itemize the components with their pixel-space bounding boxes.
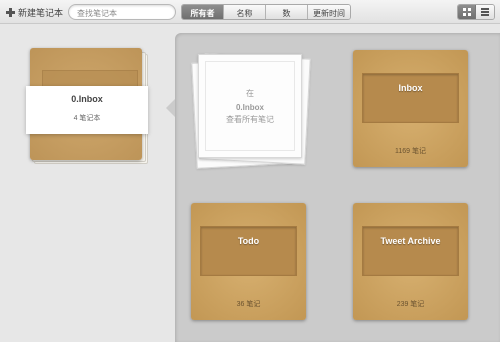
notebook-name: Tweet Archive — [380, 236, 441, 246]
tab-count[interactable]: 数 — [266, 5, 308, 19]
notebook-name: Inbox — [398, 83, 423, 93]
stack-title: 0.Inbox — [71, 94, 103, 104]
toolbar: 新建笔记本 查找笔记本 所有者 名称 数 更新时间 — [0, 0, 500, 24]
new-notebook-label: 新建笔记本 — [18, 8, 64, 18]
tab-updated[interactable]: 更新时间 — [308, 5, 350, 19]
grid-view-button[interactable] — [458, 5, 476, 19]
view-all-notes-stack[interactable]: 在 0.Inbox 查看所有笔记 — [191, 50, 311, 170]
search-input[interactable]: 查找笔记本 — [68, 4, 176, 20]
grid-icon — [463, 8, 471, 16]
tab-name[interactable]: 名称 — [224, 5, 266, 19]
notebook-name: Todo — [237, 236, 260, 246]
placeholder-inner-frame — [205, 61, 295, 151]
list-view-button[interactable] — [476, 5, 494, 19]
notebook-card-todo[interactable]: Todo 36 笔记 — [191, 203, 306, 320]
new-notebook-button[interactable]: 新建笔记本 — [6, 6, 63, 19]
notebook-card-tweet-archive[interactable]: Tweet Archive 239 笔记 — [353, 203, 468, 320]
plus-icon — [6, 8, 15, 17]
cover-label-plate — [362, 73, 459, 123]
placeholder-card: 在 0.Inbox 查看所有笔记 — [198, 54, 302, 158]
notebook-stack-selected[interactable]: 0.Inbox 4 笔记本 — [26, 48, 150, 168]
stack-count: 4 笔记本 — [73, 115, 101, 122]
notebook-card-inbox[interactable]: Inbox 1169 笔记 — [353, 50, 468, 167]
list-icon — [481, 8, 489, 16]
stack-band: 0.Inbox 4 笔记本 — [26, 86, 148, 134]
notebook-note-count: 239 笔记 — [396, 301, 425, 308]
cover-label-plate — [362, 226, 459, 276]
cover-label-plate — [200, 226, 297, 276]
notebook-note-count: 1169 笔记 — [395, 148, 426, 155]
tab-owner[interactable]: 所有者 — [182, 5, 224, 19]
notebook-note-count: 36 笔记 — [236, 301, 261, 308]
view-switcher — [457, 4, 495, 20]
sort-segmented-control: 所有者 名称 数 更新时间 — [181, 4, 351, 20]
